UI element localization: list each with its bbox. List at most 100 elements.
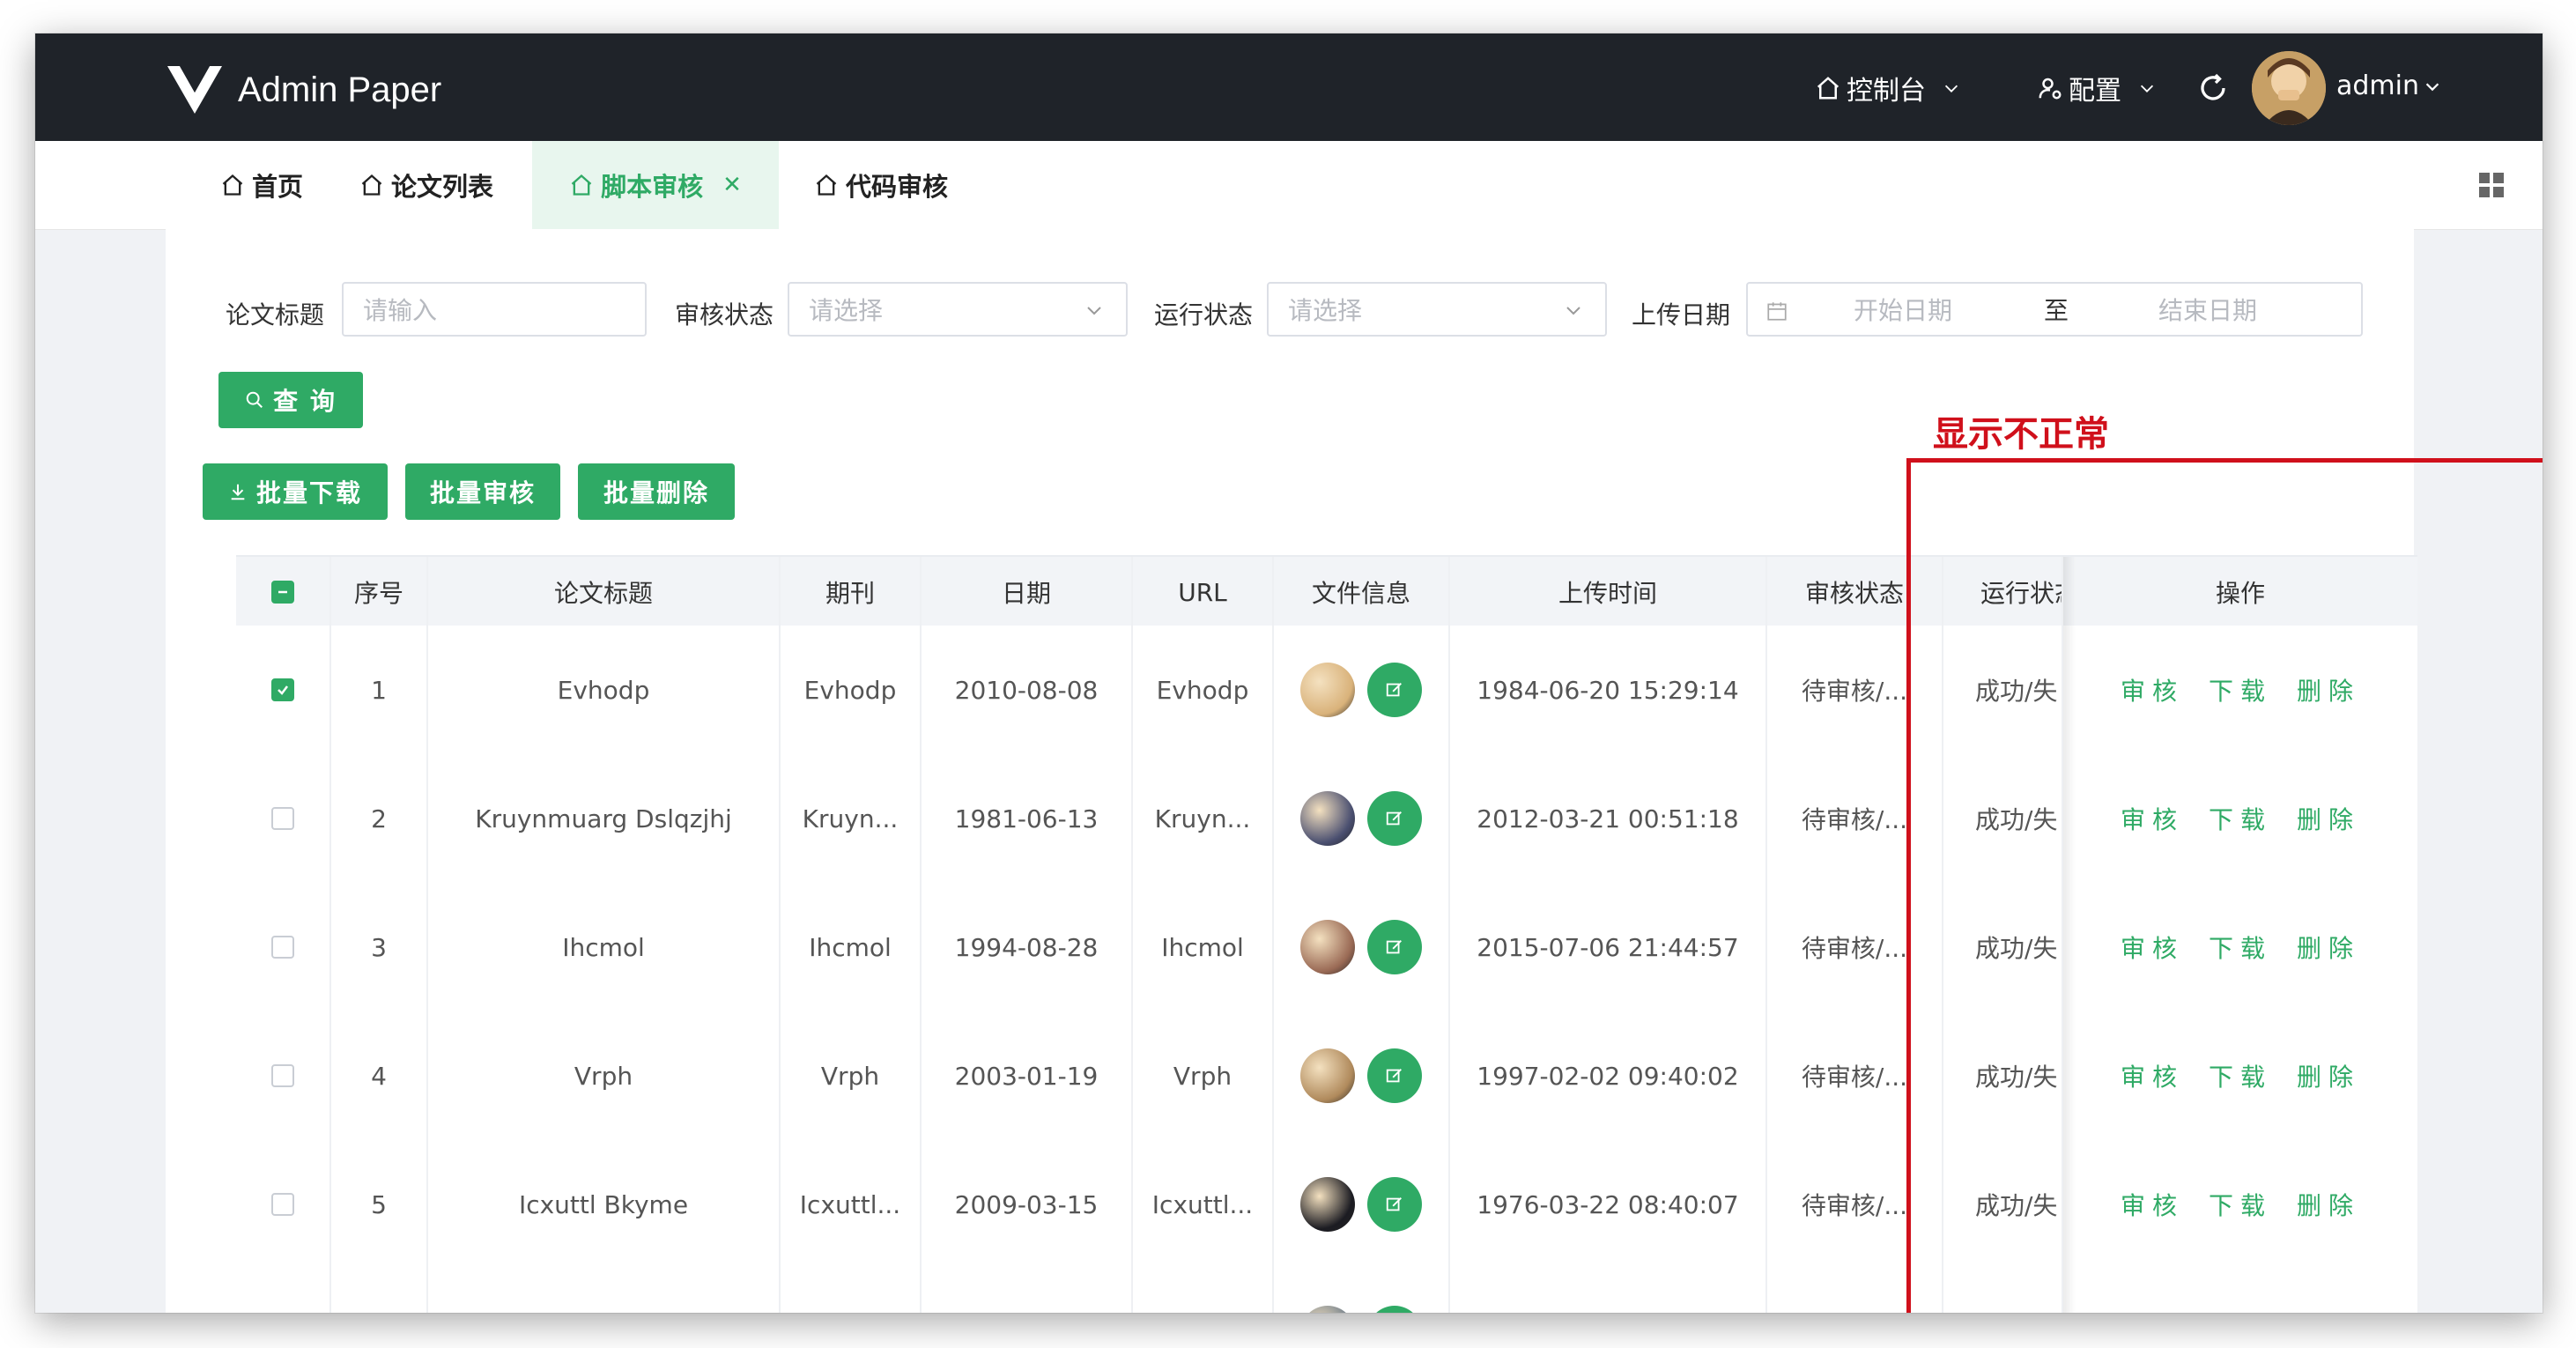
cell-url: Evhodp — [1133, 626, 1274, 754]
chevron-down-icon — [1566, 307, 1580, 315]
row-checkbox[interactable] — [271, 1064, 294, 1087]
column-header[interactable]: 上传时间 — [1450, 557, 1767, 627]
column-header[interactable]: 序号 — [331, 557, 428, 627]
select-all-cell — [236, 557, 331, 627]
chevron-down-icon — [2425, 82, 2439, 91]
menu-console-label: 控制台 — [1847, 76, 1926, 107]
edit-icon — [1386, 1069, 1402, 1083]
edit-file-button[interactable] — [1367, 920, 1422, 974]
edit-file-button[interactable] — [1367, 791, 1422, 846]
cell-no: 1 — [331, 626, 428, 754]
edit-icon — [1386, 811, 1402, 826]
column-header[interactable]: 日期 — [922, 557, 1133, 627]
edit-file-button[interactable] — [1367, 1177, 1422, 1232]
edit-icon — [1386, 1197, 1402, 1211]
title-input[interactable]: 请输入 — [342, 282, 647, 337]
row-select-cell — [236, 883, 331, 1011]
edit-file-button[interactable] — [1367, 1048, 1422, 1103]
file-thumbnail[interactable] — [1300, 791, 1355, 846]
run-status-select[interactable]: 请选择 — [1267, 282, 1607, 337]
cell-uploaded: 2015-07-06 21:44:57 — [1450, 883, 1767, 1011]
refresh-icon[interactable] — [2197, 72, 2229, 104]
column-header[interactable]: 论文标题 — [428, 557, 781, 627]
audit-status-placeholder: 请选择 — [809, 296, 884, 325]
batch-audit-label: 批量审核 — [429, 478, 536, 507]
row-checkbox[interactable] — [271, 807, 294, 830]
edit-icon — [1386, 940, 1402, 954]
tab-code-audit[interactable]: 代码审核 — [814, 141, 948, 229]
avatar[interactable] — [2252, 51, 2326, 125]
avatar-image — [2252, 51, 2326, 125]
annotation-text: 显示不正常 — [1933, 414, 2109, 455]
row-checkbox[interactable] — [271, 1193, 294, 1216]
query-button[interactable]: 查 询 — [218, 372, 363, 428]
home-icon — [222, 174, 243, 196]
cell-uploaded: 1997-02-02 09:40:02 — [1450, 1011, 1767, 1140]
row-select-cell — [236, 1269, 331, 1313]
edit-icon — [1386, 683, 1402, 697]
menu-config-label: 配置 — [2069, 76, 2121, 107]
edit-file-button[interactable] — [1367, 663, 1422, 717]
cell-journal: Icxuttl... — [781, 1140, 922, 1269]
edit-file-button[interactable] — [1367, 1306, 1422, 1313]
calendar-icon — [1767, 302, 1787, 321]
home-icon — [1817, 77, 1839, 100]
file-info-cell — [1274, 626, 1450, 754]
file-thumbnail[interactable] — [1300, 1048, 1355, 1103]
close-icon[interactable]: ✕ — [722, 172, 742, 198]
audit-status-select[interactable]: 请选择 — [788, 282, 1128, 337]
tab-bar: 首页 论文列表 脚本审核 ✕ 代码审核 — [35, 141, 2543, 230]
date-range-picker[interactable]: 开始日期 至 结束日期 — [1746, 282, 2363, 337]
cell-no: 5 — [331, 1140, 428, 1269]
user-gear-icon — [2039, 78, 2062, 100]
menu-console[interactable]: 控制台 — [1815, 67, 1961, 109]
cell-uploaded: 1976-03-22 08:40:07 — [1450, 1140, 1767, 1269]
grid-menu-icon[interactable] — [2479, 173, 2504, 197]
column-header[interactable]: URL — [1133, 557, 1274, 627]
menu-config[interactable]: 配置 — [2037, 67, 2157, 109]
column-header[interactable]: 文件信息 — [1274, 557, 1450, 627]
query-button-label: 查 询 — [273, 387, 337, 416]
cell-no: 3 — [331, 883, 428, 1011]
cell-no: 2 — [331, 754, 428, 883]
date-separator: 至 — [2044, 296, 2069, 325]
chevron-down-icon — [2140, 85, 2154, 93]
home-icon — [361, 174, 382, 196]
tab-code-audit-label: 代码审核 — [846, 172, 949, 202]
tab-script-audit-label: 脚本审核 — [601, 172, 704, 202]
batch-delete-button[interactable]: 批量删除 — [578, 463, 735, 520]
user-menu[interactable]: admin — [2336, 70, 2442, 101]
column-header[interactable]: 期刊 — [781, 557, 922, 627]
row-select-cell — [236, 1140, 331, 1269]
batch-download-button[interactable]: 批量下载 — [203, 463, 388, 520]
cell-date: 2003-01-19 — [922, 1011, 1133, 1140]
file-thumbnail[interactable] — [1300, 663, 1355, 717]
row-checkbox[interactable] — [271, 936, 294, 959]
row-select-cell — [236, 626, 331, 754]
cell-uploaded: 2003-12-22 12:33:41 — [1450, 1269, 1767, 1313]
cell-date: 1974-08-15 — [922, 1269, 1133, 1313]
file-thumbnail[interactable] — [1300, 1177, 1355, 1232]
top-header: Admin Paper 控制台 配置 admin — [35, 33, 2543, 141]
vue-logo-icon — [167, 66, 222, 114]
select-all-checkbox[interactable] — [271, 581, 294, 604]
filter-title-label: 论文标题 — [226, 300, 325, 330]
tab-script-audit[interactable]: 脚本审核 ✕ — [532, 141, 779, 229]
filter-run-label: 运行状态 — [1154, 300, 1254, 330]
cell-title: Evhodp — [428, 626, 781, 754]
tab-home[interactable]: 首页 — [220, 141, 303, 229]
file-info-cell — [1274, 1269, 1450, 1313]
cell-no: 6 — [331, 1269, 428, 1313]
tab-paper-list[interactable]: 论文列表 — [359, 141, 493, 229]
cell-url: Fecwf... — [1133, 1269, 1274, 1313]
cell-journal: Evhodp — [781, 626, 922, 754]
row-checkbox[interactable] — [271, 678, 294, 701]
file-thumbnail[interactable] — [1300, 1306, 1355, 1313]
minus-icon — [278, 590, 287, 594]
cell-title: Vrph — [428, 1011, 781, 1140]
cell-date: 1981-06-13 — [922, 754, 1133, 883]
file-thumbnail[interactable] — [1300, 920, 1355, 974]
brand[interactable]: Admin Paper — [167, 65, 441, 115]
batch-audit-button[interactable]: 批量审核 — [405, 463, 560, 520]
home-icon — [571, 174, 592, 196]
